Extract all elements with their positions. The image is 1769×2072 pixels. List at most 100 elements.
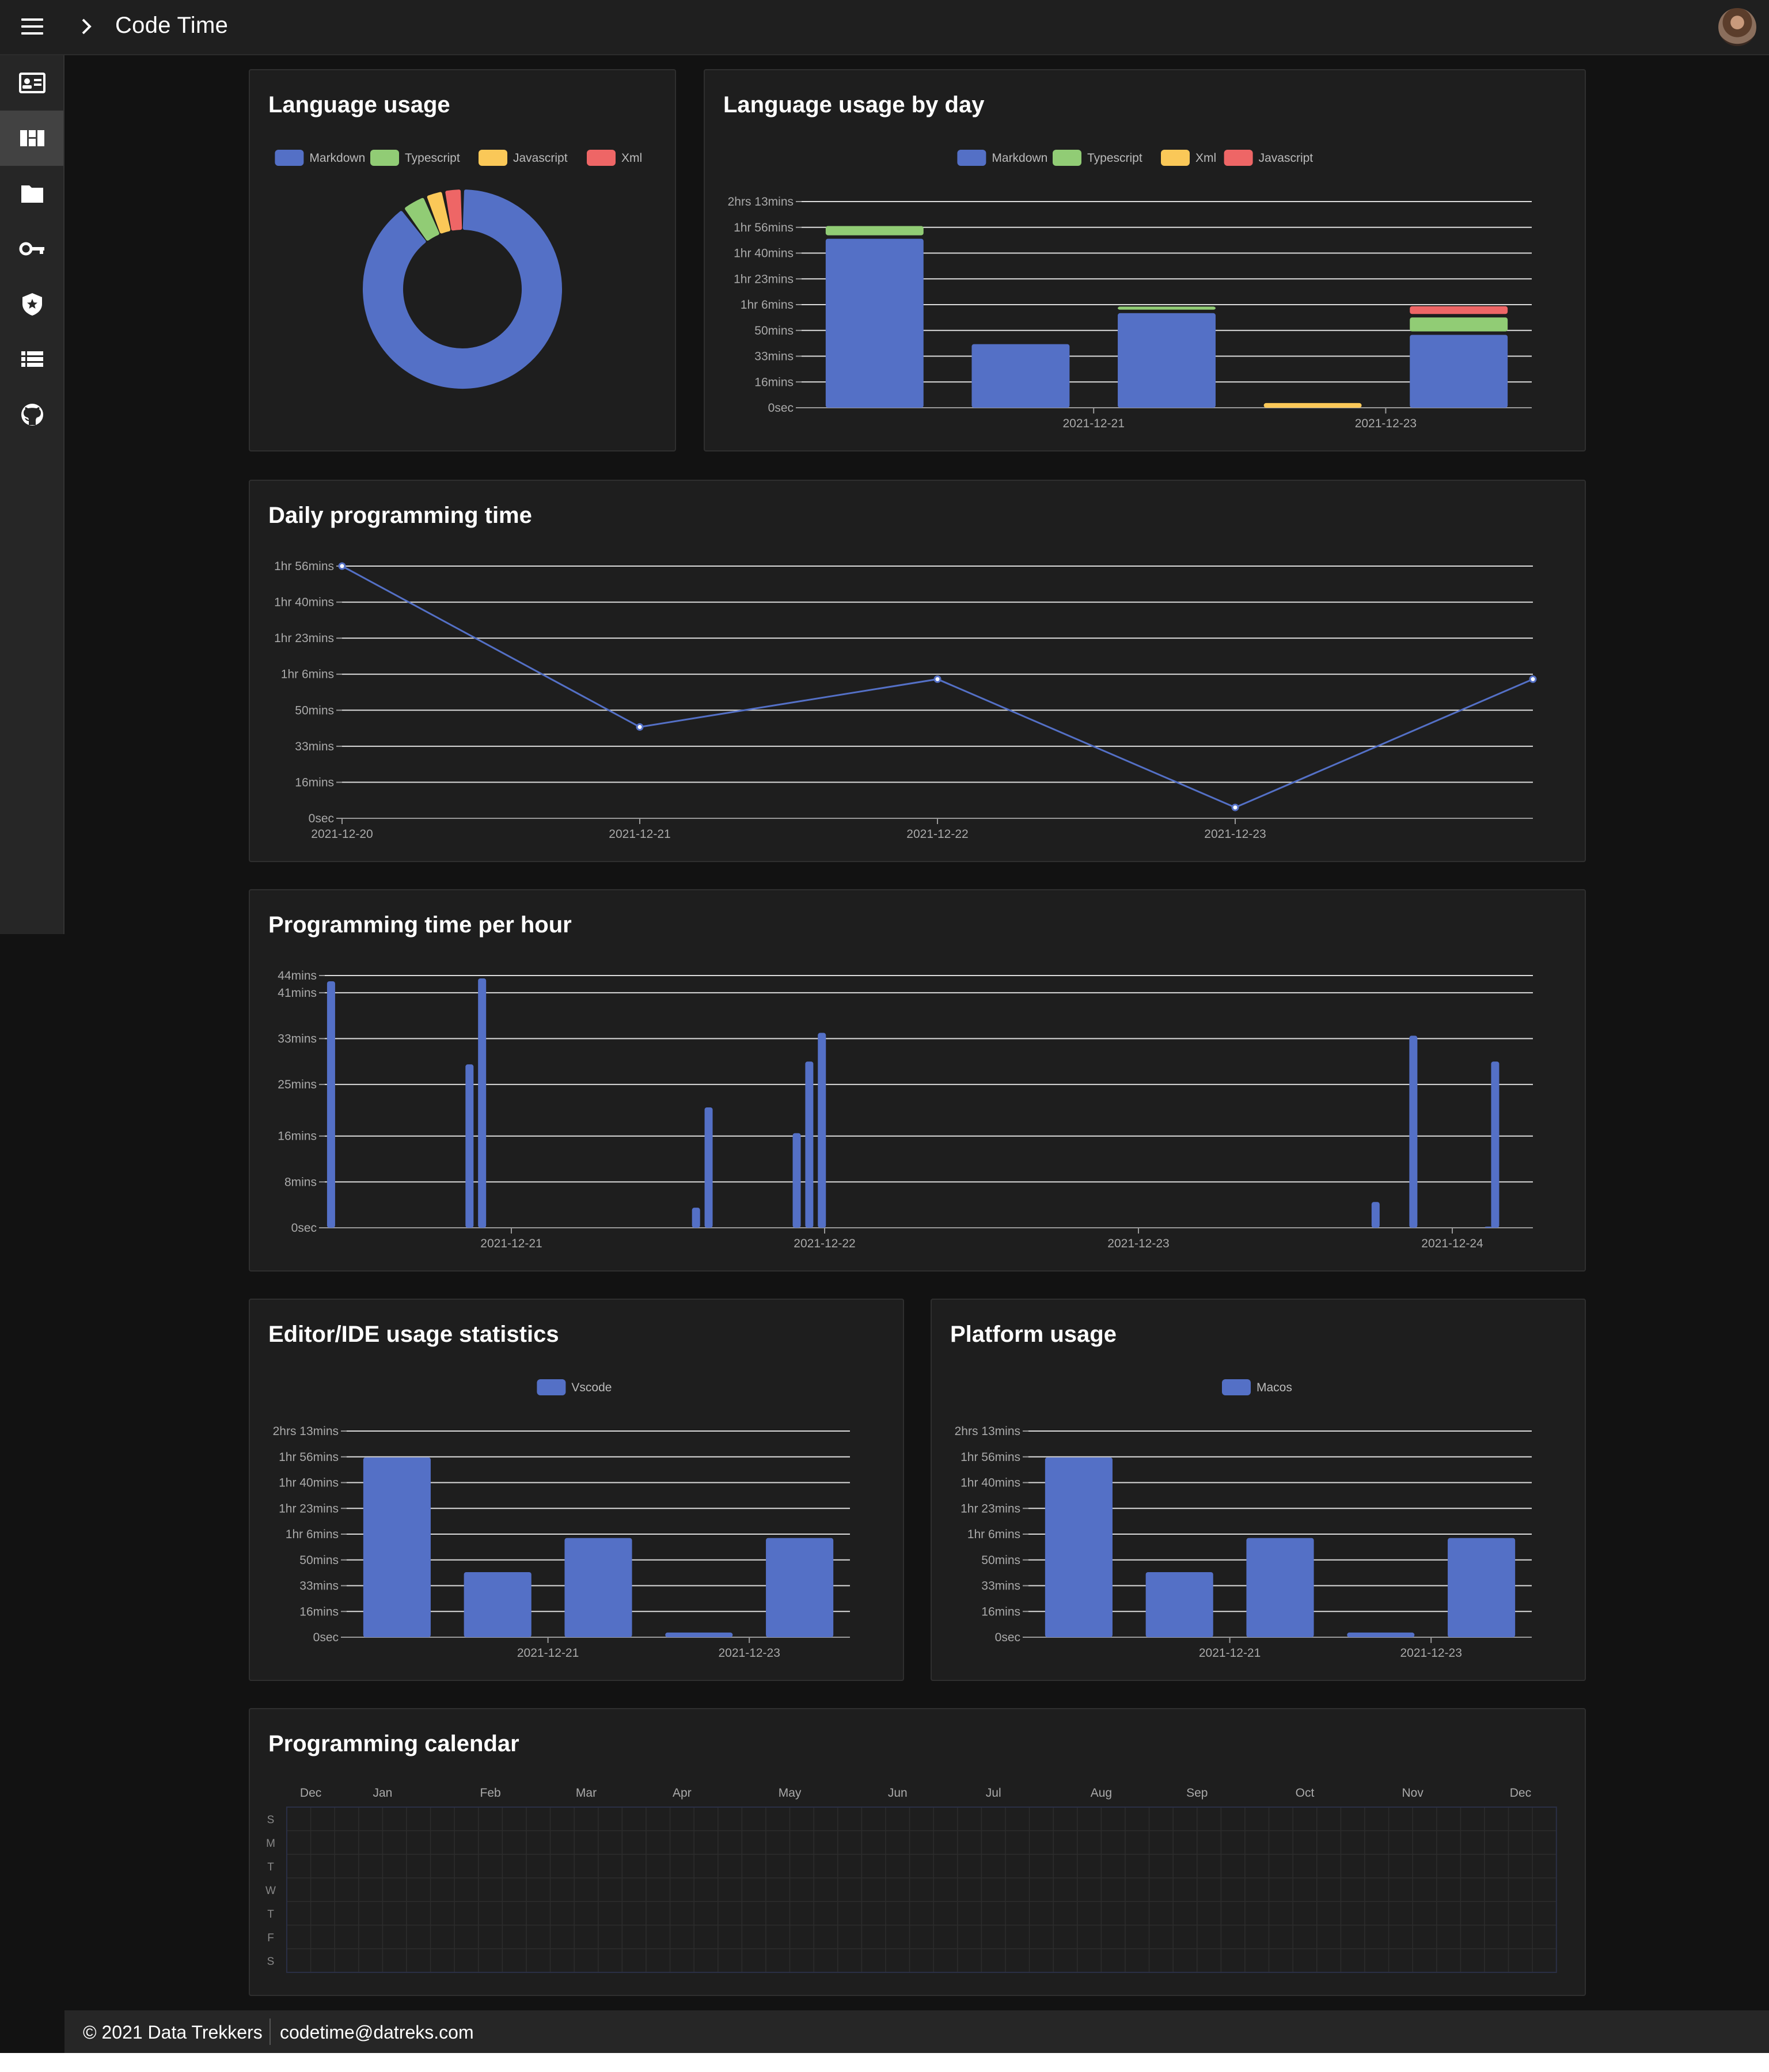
calendar-cell [1172, 1807, 1198, 1831]
sidebar-item-profile[interactable] [0, 55, 63, 111]
calendar-cell [1100, 1854, 1126, 1879]
calendar-cell [1460, 1830, 1485, 1855]
hour-bar [792, 1133, 801, 1228]
calendar-cell [310, 1948, 335, 1973]
calendar-cell [334, 1925, 359, 1949]
x-tick-label: 2021-12-22 [794, 1237, 855, 1250]
calendar-cell [1292, 1877, 1318, 1902]
calendar-cell [1100, 1877, 1126, 1902]
language-usage-chart: Markdown Typescript Javascript Xml [275, 150, 642, 389]
calendar-cell [861, 1948, 886, 1973]
month-label: Mar [576, 1786, 597, 1800]
calendar-cell [1244, 1807, 1270, 1831]
calendar-cell [430, 1901, 455, 1926]
y-tick-label: 44mins [278, 969, 317, 982]
profile-card-icon [19, 73, 45, 93]
data-point [1529, 675, 1537, 683]
calendar-cell [813, 1854, 838, 1879]
calendar-cell [813, 1925, 838, 1949]
github-icon [21, 404, 43, 426]
sidebar-item-github[interactable] [0, 387, 63, 442]
calendar-cell [885, 1925, 910, 1949]
month-label: Jul [986, 1786, 1001, 1800]
y-tick-label: 16mins [981, 1605, 1020, 1618]
calendar-cell [1172, 1925, 1198, 1949]
calendar-cell [1316, 1807, 1342, 1831]
bar-xml [1263, 403, 1362, 408]
calendar-cell [430, 1807, 455, 1831]
calendar-cell [1292, 1807, 1318, 1831]
calendar-cell [1053, 1925, 1078, 1949]
sidebar-item-security[interactable] [0, 276, 63, 332]
calendar-cell [1148, 1877, 1174, 1902]
weekday-label: M [266, 1838, 275, 1850]
month-label: Sep [1186, 1786, 1208, 1800]
sidebar-item-dashboard[interactable] [0, 111, 63, 166]
calendar-cell [669, 1807, 694, 1831]
calendar-cell [1053, 1877, 1078, 1902]
y-tick-label: 1hr 56mins [961, 1451, 1020, 1464]
y-tick-label: 33mins [754, 350, 794, 363]
calendar-cell [1077, 1854, 1102, 1879]
calendar-cell [789, 1854, 814, 1879]
calendar-cell [598, 1925, 623, 1949]
calendar-cell [382, 1901, 407, 1926]
y-tick-label: 50mins [295, 704, 334, 717]
y-tick-label: 25mins [278, 1078, 317, 1091]
calendar-cell [981, 1925, 1006, 1949]
calendar-cell [1532, 1925, 1557, 1949]
month-label: Oct [1296, 1786, 1315, 1800]
calendar-cell [1268, 1854, 1293, 1879]
calendar-cell [1220, 1948, 1246, 1973]
calendar-cell [1028, 1807, 1054, 1831]
calendar-cell [933, 1830, 958, 1855]
calendar-cell [1388, 1854, 1413, 1879]
calendar-cell [358, 1877, 384, 1902]
calendar-cell [1532, 1807, 1557, 1831]
calendar-cell [813, 1948, 838, 1973]
calendar-cell [430, 1925, 455, 1949]
calendar-cell [1077, 1877, 1102, 1902]
chevron-right-icon[interactable] [79, 16, 94, 37]
calendar-cell [574, 1925, 599, 1949]
calendar-cell [1388, 1877, 1413, 1902]
calendar-cell [549, 1948, 575, 1973]
calendar-cell [1436, 1901, 1461, 1926]
user-avatar[interactable] [1718, 8, 1756, 46]
calendar-cell [1244, 1830, 1270, 1855]
data-point [636, 723, 644, 731]
calendar-cell [526, 1901, 551, 1926]
calendar-cell [358, 1925, 384, 1949]
sidebar-item-projects[interactable] [0, 166, 63, 221]
footer-copyright: © 2021 Data Trekkers [83, 2022, 263, 2043]
calendar-cell [1172, 1901, 1198, 1926]
calendar-cell [1244, 1877, 1270, 1902]
calendar-cell [286, 1830, 312, 1855]
calendar-cell [1053, 1901, 1078, 1926]
calendar-cell [526, 1830, 551, 1855]
hamburger-menu-icon[interactable] [21, 18, 43, 36]
calendar-cell [789, 1830, 814, 1855]
calendar-cell [1484, 1925, 1509, 1949]
calendar-cell [478, 1877, 503, 1902]
calendar-cell [1532, 1830, 1557, 1855]
sidebar-item-list[interactable] [0, 332, 63, 387]
hour-bar [327, 981, 335, 1228]
calendar-cell [693, 1830, 719, 1855]
calendar-cell [598, 1901, 623, 1926]
calendar-cell [669, 1854, 694, 1879]
x-tick-label: 2021-12-21 [480, 1237, 542, 1250]
legend-swatch [1224, 150, 1253, 166]
footer-email-link[interactable]: codetime@datreks.com [280, 2022, 474, 2043]
sidebar-item-tokens[interactable] [0, 221, 63, 276]
calendar-cell [1100, 1901, 1126, 1926]
weekday-label: S [267, 1814, 275, 1826]
y-tick-label: 1hr 6mins [286, 1528, 339, 1541]
calendar-cell [861, 1877, 886, 1902]
calendar-cell [621, 1901, 647, 1926]
calendar-cell [478, 1901, 503, 1926]
weekday-label: T [267, 1861, 274, 1873]
calendar-cell [286, 1925, 312, 1949]
y-tick-label: 0sec [309, 812, 334, 825]
calendar-cell [1053, 1807, 1078, 1831]
